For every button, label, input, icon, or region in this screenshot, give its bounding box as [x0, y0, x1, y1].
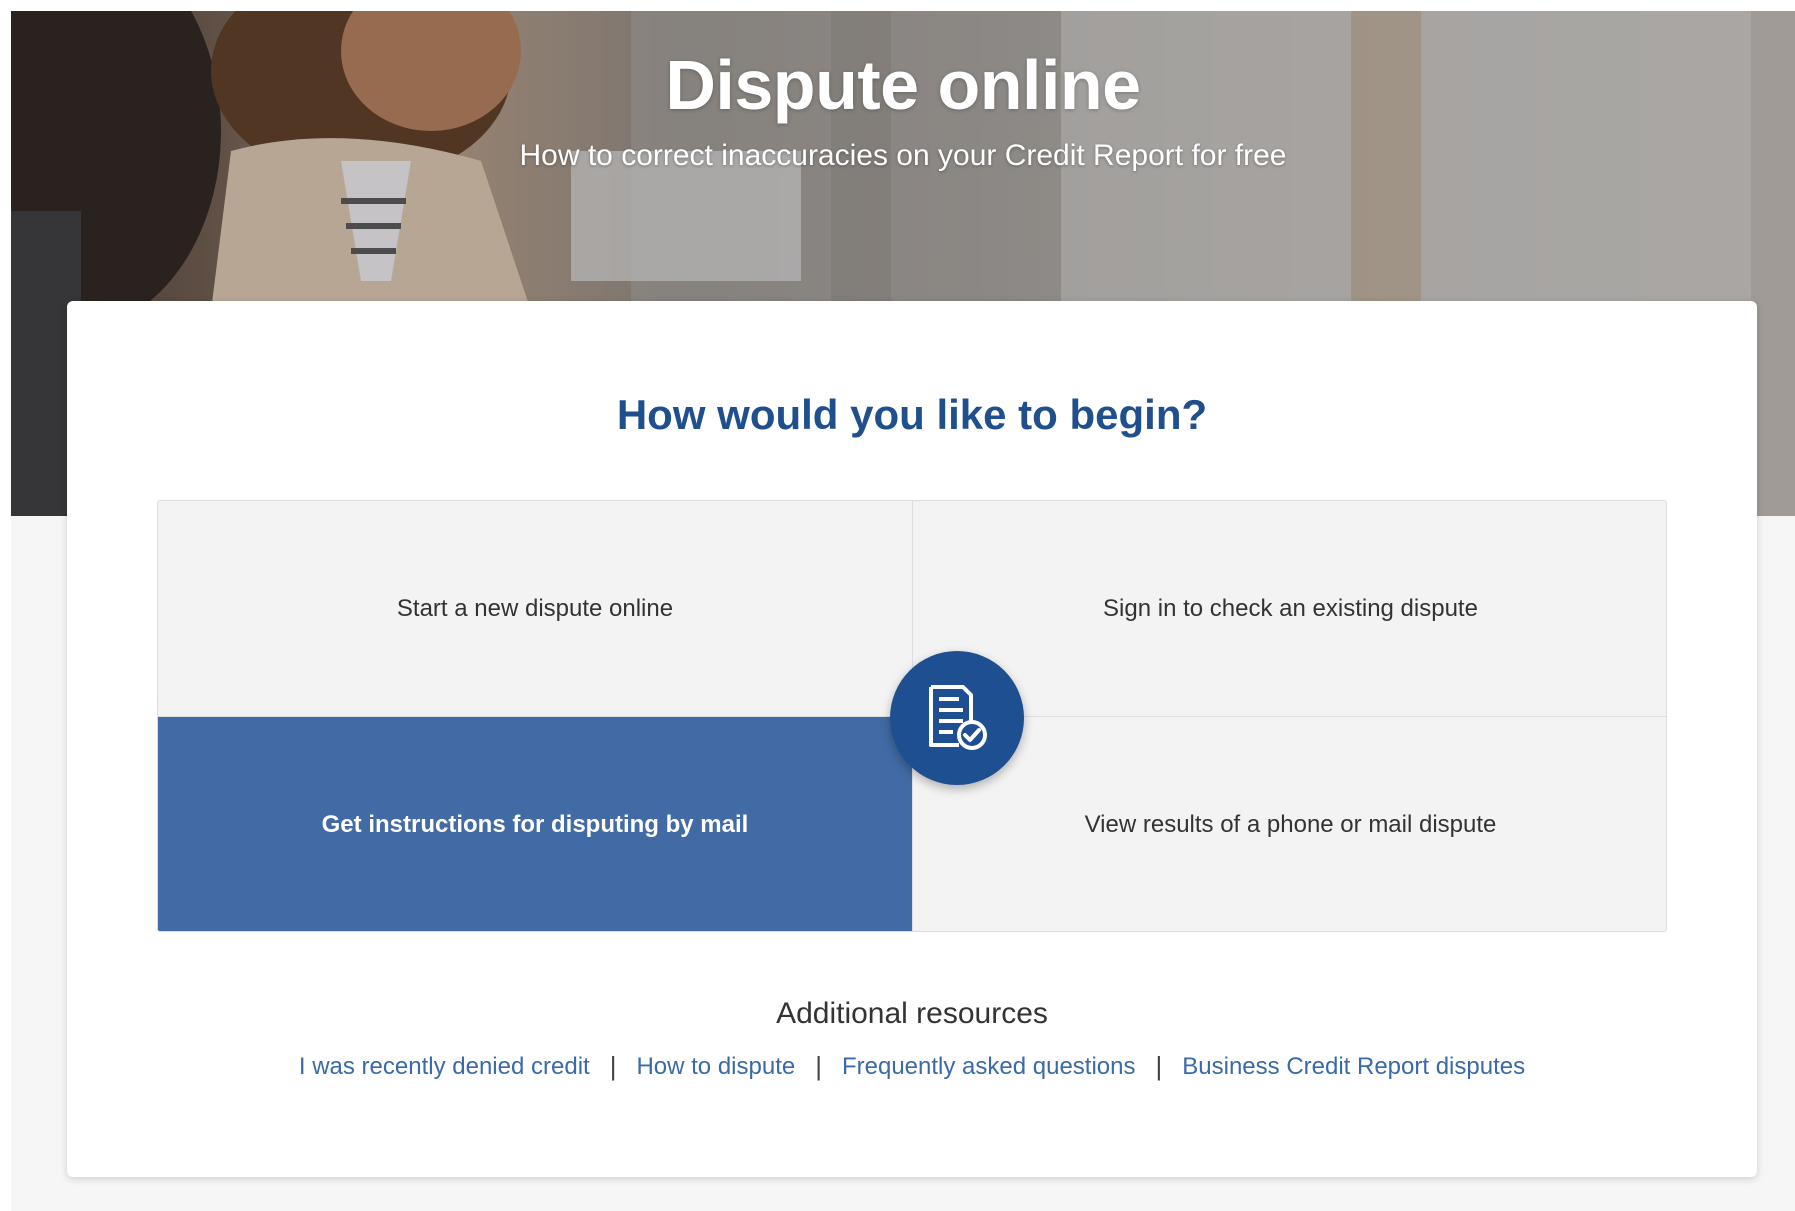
- link-separator: |: [1155, 1051, 1163, 1081]
- link-denied-credit[interactable]: I was recently denied credit: [299, 1053, 590, 1081]
- page-subtitle: How to correct inaccuracies on your Cred…: [519, 139, 1287, 172]
- option-view-phone-mail-results[interactable]: View results of a phone or mail dispute: [913, 717, 1666, 931]
- option-start-new-dispute[interactable]: Start a new dispute online: [158, 501, 913, 717]
- page-title: Dispute online: [665, 46, 1141, 124]
- option-label: Start a new dispute online: [396, 594, 674, 622]
- option-label: Sign in to check an existing dispute: [1103, 594, 1478, 622]
- option-label: View results of a phone or mail dispute: [1084, 811, 1497, 838]
- document-check-icon: [929, 685, 987, 750]
- additional-resources-heading: Additional resources: [776, 997, 1048, 1030]
- link-separator: |: [815, 1051, 822, 1081]
- additional-resources-links: I was recently denied credit | How to di…: [67, 1051, 1757, 1082]
- option-label: Get instructions for disputing by mail: [321, 811, 749, 838]
- option-dispute-by-mail[interactable]: Get instructions for disputing by mail: [158, 717, 913, 931]
- page: Dispute online How to correct inaccuraci…: [11, 11, 1795, 1211]
- card-heading: How would you like to begin?: [616, 391, 1208, 438]
- link-how-to-dispute[interactable]: How to dispute: [636, 1053, 795, 1081]
- link-business-credit-disputes[interactable]: Business Credit Report disputes: [1182, 1053, 1525, 1081]
- link-faq[interactable]: Frequently asked questions: [842, 1053, 1136, 1081]
- dispute-options-card: How would you like to begin? Start a new…: [67, 301, 1757, 1177]
- link-separator: |: [609, 1051, 617, 1081]
- option-check-existing-dispute[interactable]: Sign in to check an existing dispute: [913, 501, 1666, 717]
- document-badge: [890, 651, 1024, 785]
